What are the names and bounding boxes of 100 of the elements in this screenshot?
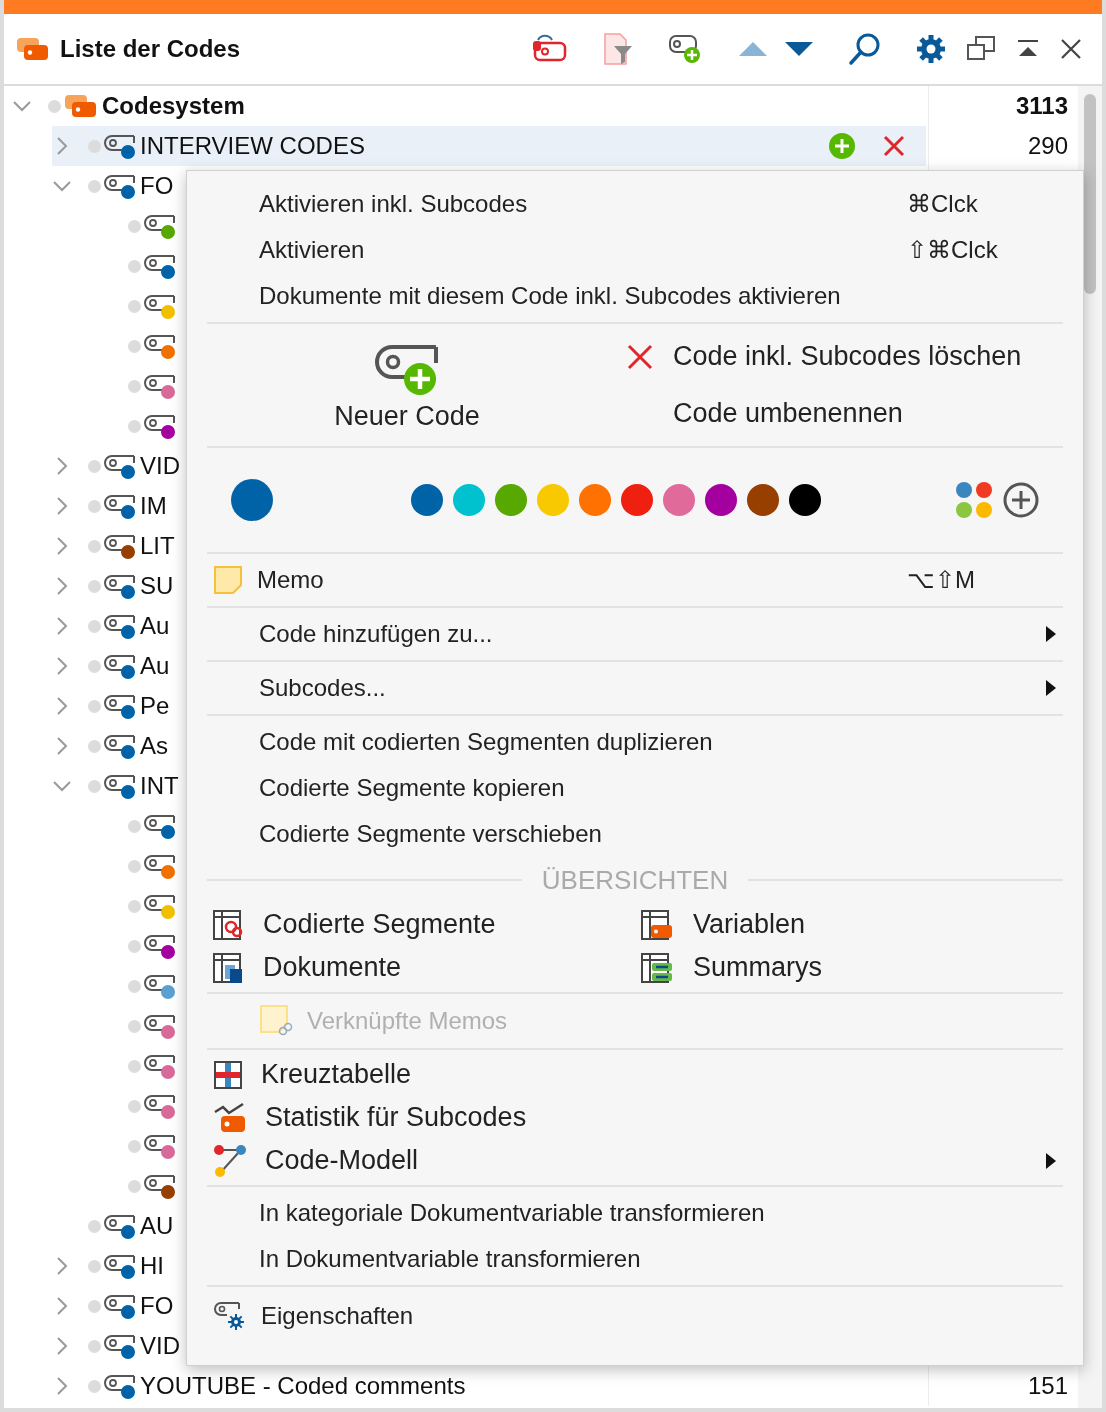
code-tag-icon	[104, 132, 138, 160]
status-dot	[88, 659, 101, 673]
menu-item[interactable]: In Dokumentvariable transformieren	[187, 1236, 1083, 1282]
menu-item[interactable]: Dokumente mit diesem Code inkl. Subcodes aktivieren	[187, 273, 1083, 319]
menu-item[interactable]: Codierte Segmente	[187, 903, 615, 946]
code-name: Au	[140, 652, 170, 680]
status-dot	[48, 99, 61, 113]
code-name: Au	[140, 612, 170, 640]
status-dot	[88, 1299, 101, 1313]
code-tag-icon	[104, 652, 138, 680]
delete-icon[interactable]	[882, 134, 906, 158]
menu-item[interactable]: Codierte Segmente verschieben	[187, 811, 1083, 857]
status-dot	[128, 1179, 141, 1193]
delete-code-item[interactable]: Code inkl. Subcodes löschen	[627, 341, 1022, 372]
color-swatch[interactable]	[495, 484, 527, 516]
menu-item[interactable]: Code-Modell	[187, 1139, 1083, 1182]
memo-item[interactable]: Memo ⌥⇧M	[187, 557, 1083, 603]
color-swatch[interactable]	[747, 484, 779, 516]
table-segments-icon	[213, 909, 243, 940]
color-swatch[interactable]	[621, 484, 653, 516]
status-dot	[128, 859, 141, 873]
code-model-icon	[213, 1143, 247, 1178]
color-swatch[interactable]	[579, 484, 611, 516]
menu-item[interactable]: Codierte Segmente kopieren	[187, 765, 1083, 811]
collapse-top-icon[interactable]	[1016, 39, 1040, 59]
move-down-icon[interactable]	[784, 41, 814, 57]
menu-item[interactable]: Variablen	[615, 903, 1083, 946]
move-up-icon[interactable]	[738, 41, 768, 57]
code-name: Pe	[140, 692, 170, 720]
status-dot	[88, 139, 101, 153]
color-swatch[interactable]	[411, 484, 443, 516]
tag-refresh-icon[interactable]	[532, 34, 568, 64]
scrollbar-thumb[interactable]	[1084, 94, 1096, 294]
menu-item[interactable]: Code hinzufügen zu...	[187, 611, 1083, 657]
status-dot	[88, 779, 101, 793]
linked-memos-item: Verknüpfte Memos	[187, 997, 1083, 1045]
status-dot	[128, 1059, 141, 1073]
status-dot	[128, 899, 141, 913]
status-dot	[128, 819, 141, 833]
code-tag-icon	[144, 252, 178, 280]
settings-icon[interactable]	[916, 34, 946, 64]
code-tag-icon	[104, 732, 138, 760]
color-swatch[interactable]	[453, 484, 485, 516]
status-dot	[128, 1019, 141, 1033]
properties-item[interactable]: Eigenschaften	[187, 1290, 1083, 1342]
status-dot	[88, 579, 101, 593]
status-dot	[88, 539, 101, 553]
menu-item[interactable]: Subcodes...	[187, 665, 1083, 711]
code-tag-icon	[104, 492, 138, 520]
code-tag-icon	[104, 692, 138, 720]
new-code-button[interactable]: Neuer Code	[187, 327, 627, 443]
menu-item[interactable]: Aktivieren inkl. Subcodes ⌘Clck	[187, 181, 1083, 227]
add-icon[interactable]	[828, 132, 856, 160]
color-swatch[interactable]	[537, 484, 569, 516]
status-dot	[128, 299, 141, 313]
code-tag-icon	[144, 1172, 178, 1200]
menu-item[interactable]: Code mit codierten Segmenten duplizieren	[187, 719, 1083, 765]
menu-item[interactable]: Summarys	[615, 946, 1083, 989]
status-dot	[128, 939, 141, 953]
code-tag-icon	[104, 172, 138, 200]
status-dot	[88, 179, 101, 193]
code-tag-icon	[104, 612, 138, 640]
code-system-icon	[16, 36, 50, 62]
code-tag-icon	[144, 412, 178, 440]
code-tag-icon	[144, 1132, 178, 1160]
linked-memo-icon	[259, 1004, 293, 1038]
status-dot	[128, 219, 141, 233]
code-count: 3113	[1015, 92, 1068, 119]
status-dot	[128, 1139, 141, 1153]
code-count: 290	[1027, 132, 1068, 159]
code-name: Codesystem	[102, 92, 245, 120]
status-dot	[88, 499, 101, 513]
menu-item[interactable]: In kategoriale Dokumentvariable transformieren	[187, 1190, 1083, 1236]
menu-item[interactable]: Statistik für Subcodes	[187, 1096, 1083, 1139]
menu-item[interactable]: Kreuztabelle	[187, 1053, 1083, 1096]
color-swatch[interactable]	[663, 484, 695, 516]
table-summary-icon	[641, 952, 673, 983]
code-tag-icon	[144, 972, 178, 1000]
code-tag-icon	[104, 452, 138, 480]
color-picker-icon[interactable]	[955, 481, 993, 519]
code-name: YOUTUBE - Coded comments	[140, 1372, 466, 1400]
color-swatch[interactable]	[789, 484, 821, 516]
menu-item[interactable]: Dokumente	[187, 946, 615, 989]
rename-code-item[interactable]: Code umbenennen	[627, 398, 1022, 429]
statistics-icon	[213, 1101, 247, 1134]
close-icon[interactable]	[1060, 38, 1082, 60]
code-name: FO	[140, 1292, 174, 1320]
code-name: IM	[140, 492, 167, 520]
section-header: ÜBERSICHTEN	[541, 864, 729, 896]
menu-item[interactable]: Aktivieren ⇧⌘Clck	[187, 227, 1083, 273]
color-swatch[interactable]	[705, 484, 737, 516]
status-dot	[88, 699, 101, 713]
document-filter-icon[interactable]	[602, 32, 634, 66]
search-icon[interactable]	[848, 32, 882, 66]
window-icon[interactable]	[966, 35, 996, 63]
add-color-icon[interactable]	[1003, 482, 1039, 518]
selected-row-highlight[interactable]: INTERVIEW CODES	[52, 126, 926, 166]
code-tag-icon	[104, 1372, 138, 1400]
add-code-icon[interactable]	[668, 33, 702, 65]
status-dot	[128, 339, 141, 353]
